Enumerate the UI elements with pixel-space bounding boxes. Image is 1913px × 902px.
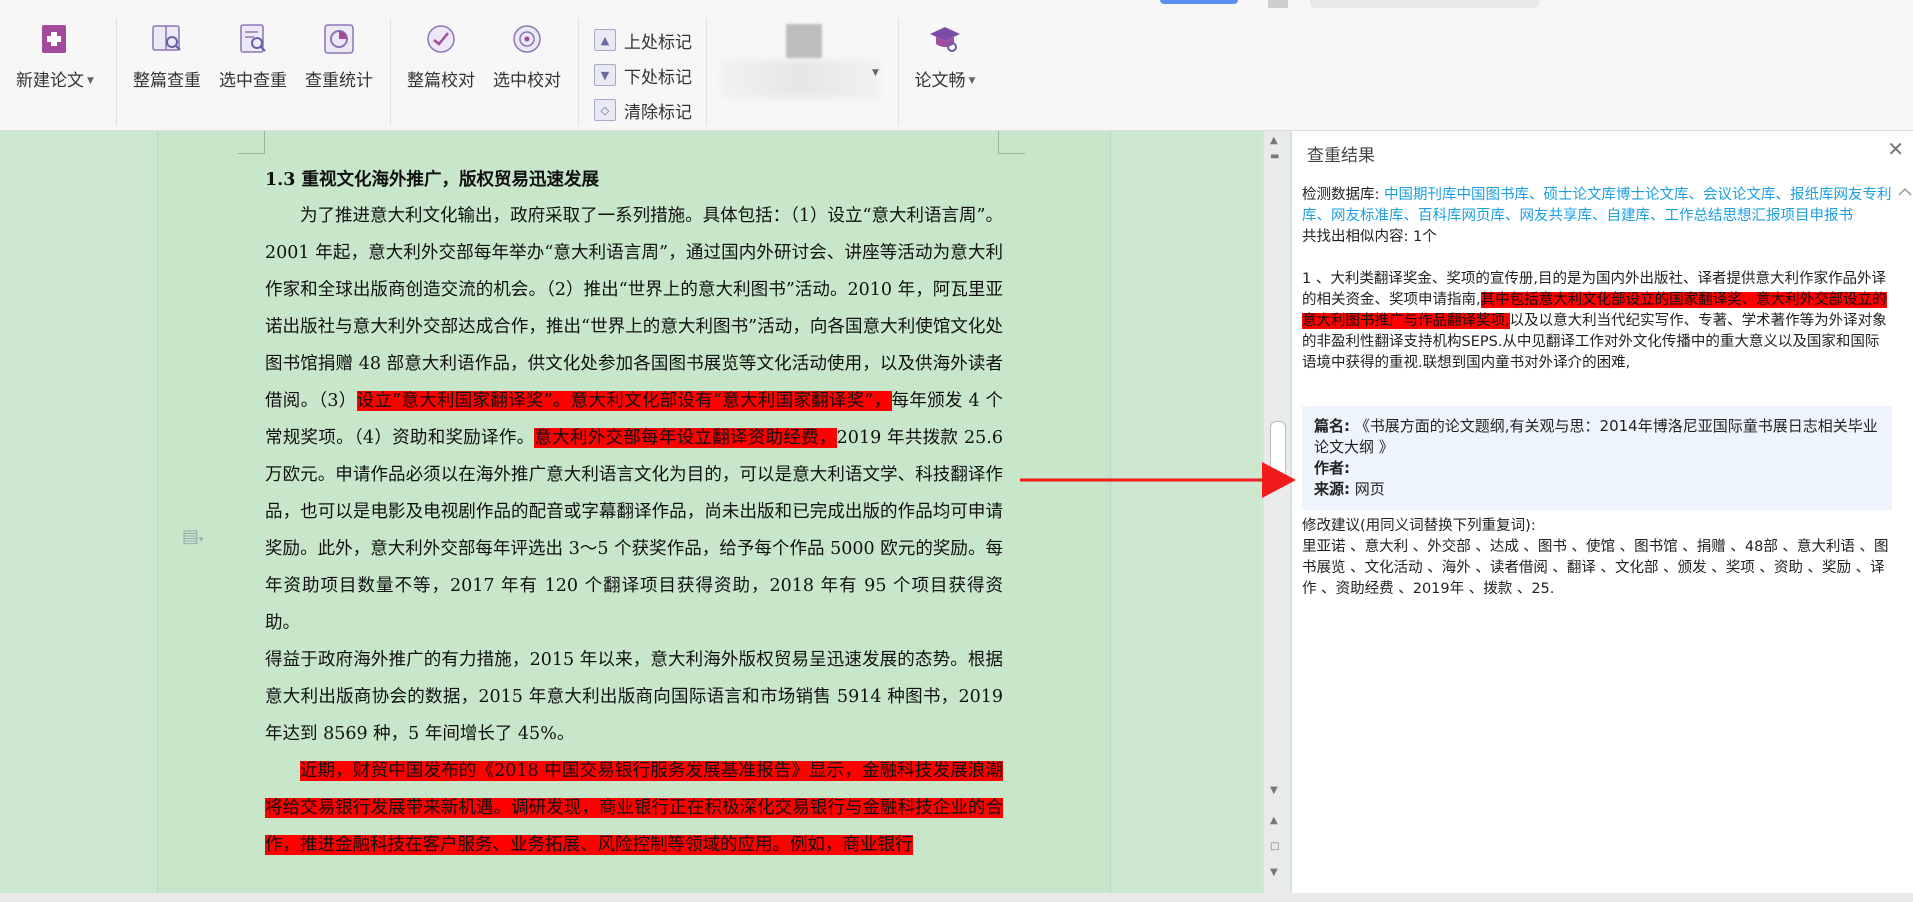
eraser-icon: ◇	[594, 99, 616, 121]
paragraph: 得益于政府海外推广的有力措施，2015 年以来，意大利海外版权贸易呈迅速发展的态…	[265, 650, 1003, 744]
arrow-down-icon: ▼	[594, 64, 616, 86]
scroll-down-icon[interactable]: ▼	[1270, 785, 1278, 796]
pie-chart-icon	[324, 24, 354, 54]
database-list[interactable]: 中国期刊库中国图书库、硕士论文库博士论文库、会议论文库、报纸库网友专利库、网友标…	[1302, 187, 1892, 224]
select-check-label: 选中查重	[219, 71, 287, 91]
divider	[706, 18, 707, 126]
prev-page-icon[interactable]: ▲	[1270, 815, 1278, 826]
document-text[interactable]: 1.3 重视文化海外推广，版权贸易迅速发展 为了推进意大利文化输出，政府采取了一…	[265, 165, 1003, 864]
comment-note-icon[interactable]: ▤▾	[182, 526, 204, 547]
prev-mark-button[interactable]: ▲ 上处标记	[594, 26, 744, 54]
panel-title: 查重结果	[1307, 146, 1375, 166]
clear-mark-button[interactable]: ◇ 清除标记	[594, 96, 744, 124]
match-text[interactable]: 1 、大利类翻译奖金、奖项的宣传册,目的是为国内外出版社、译者提供意大利作家作品…	[1302, 269, 1892, 374]
source-card[interactable]: 篇名: 《书展方面的论文题纲,有关观与思：2014年博洛尼亚国际童书展日志相关毕…	[1302, 406, 1892, 510]
check-stats-label: 查重统计	[305, 71, 373, 91]
source-title: 《书展方面的论文题纲,有关观与思：2014年博洛尼亚国际童书展日志相关毕业论文大…	[1314, 417, 1878, 456]
arrow-up-icon: ▲	[594, 29, 616, 51]
paragraph: 为了推进意大利文化输出，政府采取了一系列措施。具体包括：（1）设立“意大利语言周…	[265, 198, 1003, 642]
panel-body: 检测数据库: 中国期刊库中国图书库、硕士论文库博士论文库、会议论文库、报纸库网友…	[1302, 185, 1892, 600]
new-paper-label: 新建论文	[16, 71, 85, 91]
author-row: 作者:	[1314, 458, 1880, 479]
close-icon[interactable]: ✕	[1887, 137, 1904, 161]
graduation-cap-icon	[930, 27, 960, 52]
duplicate-highlight[interactable]: 意大利外交部每年设立翻译资助经费，	[534, 428, 837, 448]
full-check-button[interactable]: 整篇查重	[122, 22, 212, 91]
top-gray-tab[interactable]	[1268, 0, 1288, 8]
top-search-box[interactable]	[1310, 0, 1540, 8]
duplicate-highlight[interactable]: 近期，财贸中国发布的《2018 中国交易银行服务发展基准报告》显示，金融科技发展…	[265, 761, 1003, 855]
top-blue-button[interactable]	[1160, 0, 1238, 4]
lunwenchang-button[interactable]: 论文畅 ▼	[900, 22, 990, 91]
text-run: 2019 年共拨款 25.6 万欧元。申请作品必须以在海外推广意大利语言文化为目…	[265, 428, 1003, 633]
prev-mark-label: 上处标记	[624, 32, 692, 53]
suggest-words: 里亚诺 、意大利 、外交部 、达成 、图书 、使馆 、图书馆 、捐赠 、48部 …	[1302, 539, 1889, 597]
author-label: 作者:	[1314, 459, 1350, 477]
select-check-button[interactable]: 选中查重	[208, 22, 298, 91]
database-line: 检测数据库: 中国期刊库中国图书库、硕士论文库博士论文库、会议论文库、报纸库网友…	[1302, 185, 1892, 227]
text-run: 为了推进意大利文化输出，政府采取了一系列措施。具体包括：（1）设立“意大利语言周…	[265, 206, 1003, 411]
chevron-down-icon[interactable]: ▼	[872, 68, 879, 78]
check-stats-button[interactable]: 查重统计	[294, 22, 384, 91]
origin-label: 来源:	[1314, 480, 1350, 498]
database-label: 检测数据库:	[1302, 187, 1380, 203]
origin-row: 来源: 网页	[1314, 479, 1880, 500]
divider	[578, 18, 579, 126]
panel-scrollbar[interactable]	[1896, 181, 1913, 881]
proof-icon	[427, 25, 455, 53]
full-proof-label: 整篇校对	[407, 71, 475, 91]
chevron-down-icon: ▼	[968, 76, 976, 86]
duplicate-highlight[interactable]: 设立“意大利国家翻译奖”。意大利文化部设有“意大利国家翻译奖”，	[356, 391, 892, 411]
target-icon	[513, 25, 541, 53]
blurred-account-area[interactable]	[720, 60, 880, 98]
divider	[116, 18, 117, 126]
document-scrollbar[interactable]: ▲ ▬ ▼ ▲ □ ▼	[1264, 131, 1290, 893]
select-proof-label: 选中校对	[493, 71, 561, 91]
source-title-label: 篇名:	[1314, 417, 1350, 435]
book-check-icon	[152, 25, 181, 51]
suggest-label: 修改建议(用同义词替换下列重复词):	[1302, 518, 1536, 534]
select-proof-button[interactable]: 选中校对	[482, 22, 572, 91]
found-count: 1个	[1413, 229, 1437, 245]
avatar[interactable]	[786, 24, 822, 58]
new-paper-icon	[42, 25, 66, 53]
chevron-down-icon: ▼	[87, 76, 94, 86]
corner-mark	[998, 131, 1025, 154]
found-label: 共找出相似内容:	[1302, 229, 1409, 245]
document-area[interactable]: ▤▾ 1.3 重视文化海外推广，版权贸易迅速发展 为了推进意大利文化输出，政府采…	[0, 131, 1261, 893]
full-check-label: 整篇查重	[133, 71, 201, 91]
clear-mark-label: 清除标记	[624, 102, 692, 123]
ribbon-toolbar: 新建论文 ▼ 整篇查重 选中查重 查重统计 整篇校对 选中校对 ▲ 上处标记 ▼…	[0, 0, 1913, 131]
divider	[898, 18, 899, 126]
lunwenchang-label: 论文畅	[914, 71, 966, 91]
corner-mark	[238, 131, 265, 154]
section-heading: 1.3 重视文化海外推广，版权贸易迅速发展	[265, 170, 600, 190]
paragraph: 近期，财贸中国发布的《2018 中国交易银行服务发展基准报告》显示，金融科技发展…	[265, 753, 1003, 864]
origin-value: 网页	[1354, 480, 1385, 498]
doc-search-icon	[240, 24, 266, 53]
next-mark-label: 下处标记	[624, 67, 692, 88]
found-line: 共找出相似内容: 1个	[1302, 227, 1892, 248]
divider	[390, 18, 391, 126]
status-bar	[0, 893, 1913, 902]
next-page-icon[interactable]: ▼	[1270, 867, 1278, 878]
scroll-thumb[interactable]	[1270, 421, 1286, 481]
full-proof-button[interactable]: 整篇校对	[396, 22, 486, 91]
scroll-top-icon[interactable]: ▬	[1270, 151, 1279, 162]
scroll-up-icon[interactable]: ▲	[1270, 135, 1278, 146]
new-paper-button[interactable]: 新建论文 ▼	[10, 22, 100, 91]
source-title-row: 篇名: 《书展方面的论文题纲,有关观与思：2014年博洛尼亚国际童书展日志相关毕…	[1314, 416, 1880, 458]
check-result-panel: 查重结果 ✕ 检测数据库: 中国期刊库中国图书库、硕士论文库博士论文库、会议论文…	[1291, 131, 1913, 893]
select-browse-icon[interactable]: □	[1270, 841, 1279, 852]
